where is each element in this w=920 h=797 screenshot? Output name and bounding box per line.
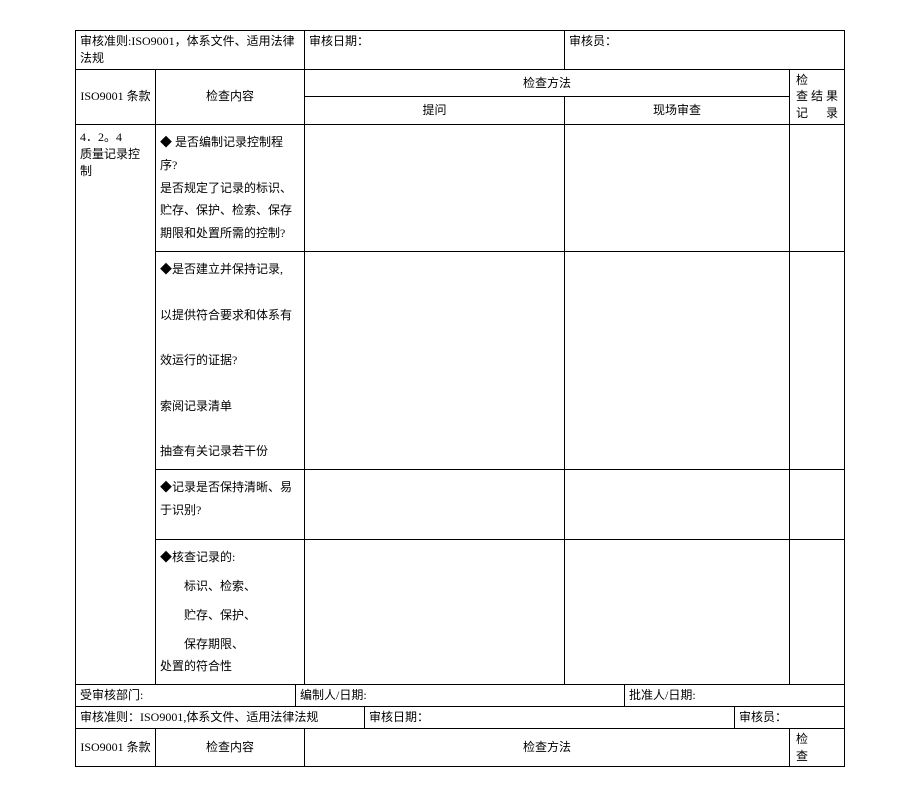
- approver-cell: 批准人/日期:: [625, 685, 845, 707]
- content4-lead: ◆核查记录的:: [160, 546, 300, 569]
- auditor-cell-2: 审核员：: [735, 706, 845, 728]
- check-content-3: ◆记录是否保持清晰、易 于识别?: [156, 470, 305, 540]
- criteria-cell: 审核准则:ISO9001，体系文件、适用法律法规: [76, 31, 305, 70]
- onsite-cell-1: [565, 124, 790, 251]
- result-cell-2: [790, 251, 845, 469]
- onsite-cell-3: [565, 470, 790, 540]
- method-header-2: 检查方法: [305, 728, 790, 767]
- result-cell-3: [790, 470, 845, 540]
- check-content-2: ◆是否建立并保持记录, 以提供符合要求和体系有 效运行的证据? 索阅记录清单 抽…: [156, 251, 305, 469]
- dept-cell: 受审核部门:: [76, 685, 296, 707]
- question-header: 提问: [305, 97, 565, 125]
- clause-cell: 4．2。4 质量记录控制: [76, 124, 156, 684]
- auditor-cell: 审核员：: [565, 31, 845, 70]
- header-row-2-1: 审核准则：ISO9001,体系文件、适用法律法规 审核日期： 审核员：: [76, 706, 845, 728]
- content-row-3: ◆记录是否保持清晰、易 于识别?: [76, 470, 845, 540]
- header-row-2-2: ISO9001 条款 检查内容 检查方法 检 查: [76, 728, 845, 767]
- result-header-2: 检 查: [790, 728, 845, 767]
- question-cell-1: [305, 124, 565, 251]
- clause-header-2: ISO9001 条款: [76, 728, 156, 767]
- header-row-1: 审核准则:ISO9001，体系文件、适用法律法规 审核日期： 审核员：: [76, 31, 845, 70]
- method-header: 检查方法: [305, 69, 790, 97]
- clause-header: ISO9001 条款: [76, 69, 156, 124]
- result-header: 检 查结果记录: [790, 69, 845, 124]
- check-content-1: ◆ 是否编制记录控制程序? 是否规定了记录的标识、贮存、保护、检索、保存期限和处…: [156, 124, 305, 251]
- content4-item: 标识、检索、: [160, 575, 300, 598]
- content-row-4: ◆核查记录的: 标识、检索、 贮存、保护、 保存期限、 处置的符合性: [76, 540, 845, 685]
- criteria-cell-2: 审核准则：ISO9001,体系文件、适用法律法规: [76, 706, 365, 728]
- question-cell-4: [305, 540, 565, 685]
- audit-form-table-1: 审核准则:ISO9001，体系文件、适用法律法规 审核日期： 审核员： ISO9…: [75, 30, 845, 767]
- compiler-cell: 编制人/日期:: [296, 685, 625, 707]
- clause-title: 质量记录控制: [80, 147, 140, 178]
- question-cell-2: [305, 251, 565, 469]
- content4-last: 处置的符合性: [160, 655, 300, 678]
- content-header-2: 检查内容: [156, 728, 305, 767]
- content-row-2: ◆是否建立并保持记录, 以提供符合要求和体系有 效运行的证据? 索阅记录清单 抽…: [76, 251, 845, 469]
- content4-item: 贮存、保护、: [160, 604, 300, 627]
- onsite-cell-4: [565, 540, 790, 685]
- onsite-cell-2: [565, 251, 790, 469]
- onsite-header: 现场审查: [565, 97, 790, 125]
- result-cell-4: [790, 540, 845, 685]
- audit-date-cell: 审核日期：: [305, 31, 565, 70]
- content-header: 检查内容: [156, 69, 305, 124]
- column-header-row-1: ISO9001 条款 检查内容 检查方法 检 查结果记录: [76, 69, 845, 97]
- audit-date-cell-2: 审核日期：: [365, 706, 735, 728]
- content4-item: 保存期限、: [160, 633, 300, 656]
- result-cell-1: [790, 124, 845, 251]
- clause-number: 4．2。4: [80, 130, 122, 144]
- footer-row: 受审核部门: 编制人/日期: 批准人/日期:: [76, 685, 845, 707]
- question-cell-3: [305, 470, 565, 540]
- content-row-1: 4．2。4 质量记录控制 ◆ 是否编制记录控制程序? 是否规定了记录的标识、贮存…: [76, 124, 845, 251]
- check-content-4: ◆核查记录的: 标识、检索、 贮存、保护、 保存期限、 处置的符合性: [156, 540, 305, 685]
